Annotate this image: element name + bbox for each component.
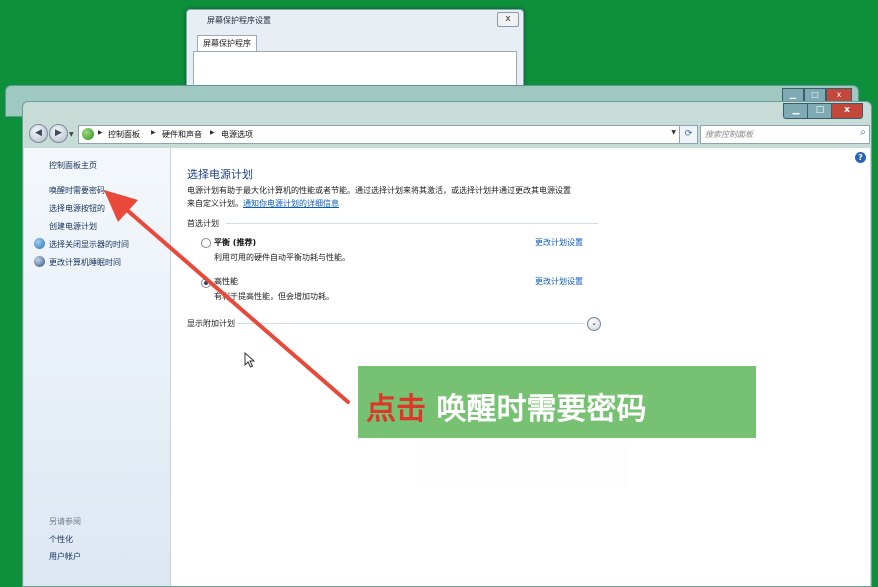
- callout-instruction: 唤醒时需要密码: [426, 392, 647, 427]
- watermark-url: jingyan.baidu.com: [696, 546, 816, 561]
- instruction-callout: 点击 唤醒时需要密码: [358, 366, 756, 438]
- callout-highlight: 点击: [366, 392, 426, 427]
- callout-text: 点击 唤醒时需要密码: [366, 384, 646, 428]
- blank-overlay: [416, 440, 628, 488]
- annotation-arrow-icon: [104, 190, 350, 404]
- baidu-jingyan-watermark-logo: Bai du 经验: [672, 506, 861, 544]
